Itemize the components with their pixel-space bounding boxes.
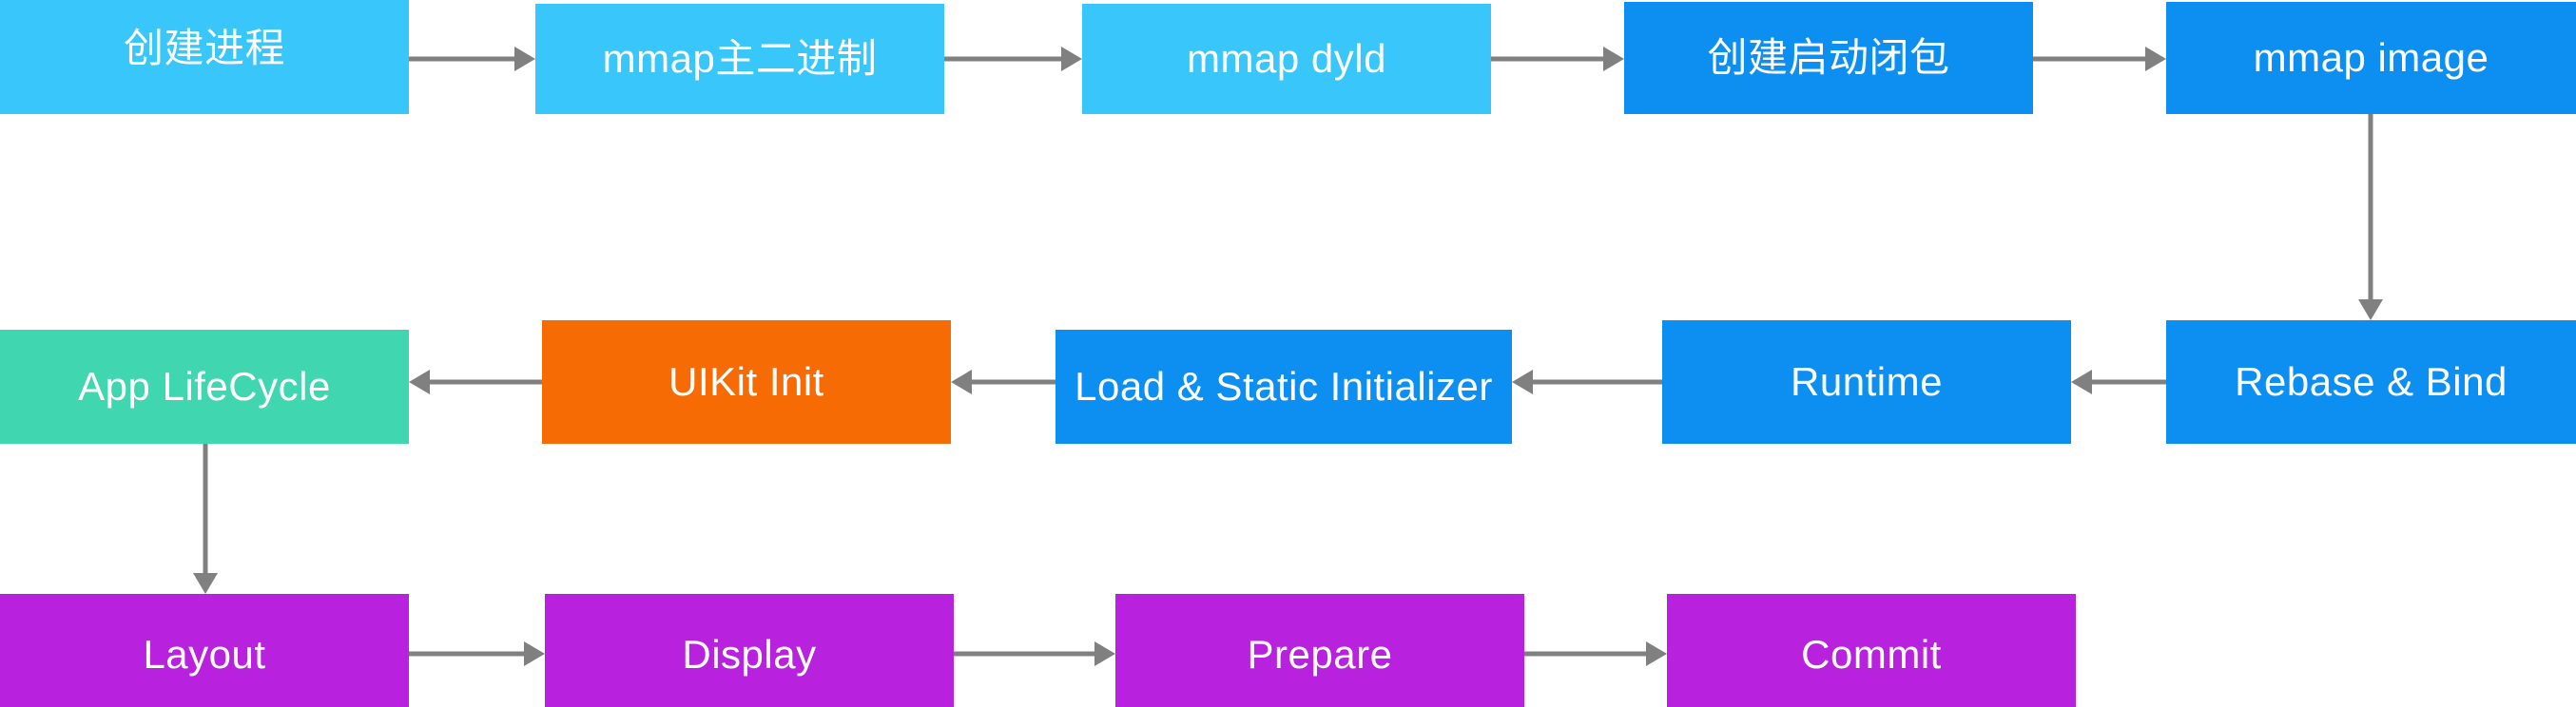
node-create-launch-closure[interactable]: 创建启动闭包 [1624, 2, 2033, 114]
node-create-process[interactable]: 创建进程 [0, 0, 409, 114]
node-mmap-dyld[interactable]: mmap dyld [1082, 4, 1491, 114]
arrow-load-static-initializer-to-uikit-init [951, 370, 1056, 394]
node-label-mmap-image: mmap image [2253, 35, 2489, 80]
node-label-uikit-init: UIKit Init [668, 359, 824, 404]
node-rebase-bind[interactable]: Rebase & Bind [2166, 320, 2576, 444]
node-label-prepare: Prepare [1247, 631, 1393, 677]
arrow-prepare-to-commit [1524, 641, 1667, 666]
node-display[interactable]: Display [545, 594, 954, 707]
node-commit[interactable]: Commit [1667, 594, 2076, 707]
arrow-layout-to-display [409, 641, 545, 666]
node-label-layout: Layout [143, 631, 266, 677]
arrow-app-lifecycle-to-layout [193, 444, 218, 594]
node-mmap-image[interactable]: mmap image [2166, 2, 2576, 114]
node-uikit-init[interactable]: UIKit Init [542, 320, 951, 444]
arrow-uikit-init-to-app-lifecycle [409, 370, 542, 394]
node-label-mmap-main-binary: mmap主二进制 [602, 36, 878, 81]
node-label-runtime: Runtime [1791, 359, 1943, 404]
arrow-rebase-bind-to-runtime [2071, 370, 2166, 394]
node-label-rebase-bind: Rebase & Bind [2235, 359, 2508, 404]
node-prepare[interactable]: Prepare [1115, 594, 1524, 707]
arrow-mmap-main-binary-to-mmap-dyld [944, 47, 1082, 71]
flowchart-canvas: 创建进程 mmap主二进制 mmap dyld 创建启动闭包 mmap image App… [0, 0, 2576, 707]
arrow-create-launch-closure-to-mmap-image [2033, 47, 2166, 71]
arrow-mmap-dyld-to-create-launch-closure [1491, 47, 1624, 71]
arrow-mmap-image-to-rebase-bind [2358, 114, 2383, 320]
node-label-mmap-dyld: mmap dyld [1187, 36, 1386, 81]
node-mmap-main-binary[interactable]: mmap主二进制 [535, 4, 944, 114]
node-label-app-lifecycle: App LifeCycle [78, 364, 331, 409]
node-app-lifecycle[interactable]: App LifeCycle [0, 330, 409, 444]
node-label-commit: Commit [1801, 631, 1942, 677]
node-label-create-process: 创建进程 [123, 26, 285, 70]
node-load-static-initializer[interactable]: Load & Static Initializer [1056, 330, 1512, 444]
node-layout[interactable]: Layout [0, 594, 409, 707]
node-runtime[interactable]: Runtime [1662, 320, 2071, 444]
node-label-load-static-initializer: Load & Static Initializer [1075, 364, 1493, 409]
arrow-runtime-to-load-static-initializer [1512, 370, 1662, 394]
node-label-create-launch-closure: 创建启动闭包 [1707, 35, 1950, 80]
node-label-display: Display [682, 631, 817, 677]
arrow-display-to-prepare [954, 641, 1115, 666]
arrow-create-process-to-mmap-main-binary [409, 47, 535, 71]
